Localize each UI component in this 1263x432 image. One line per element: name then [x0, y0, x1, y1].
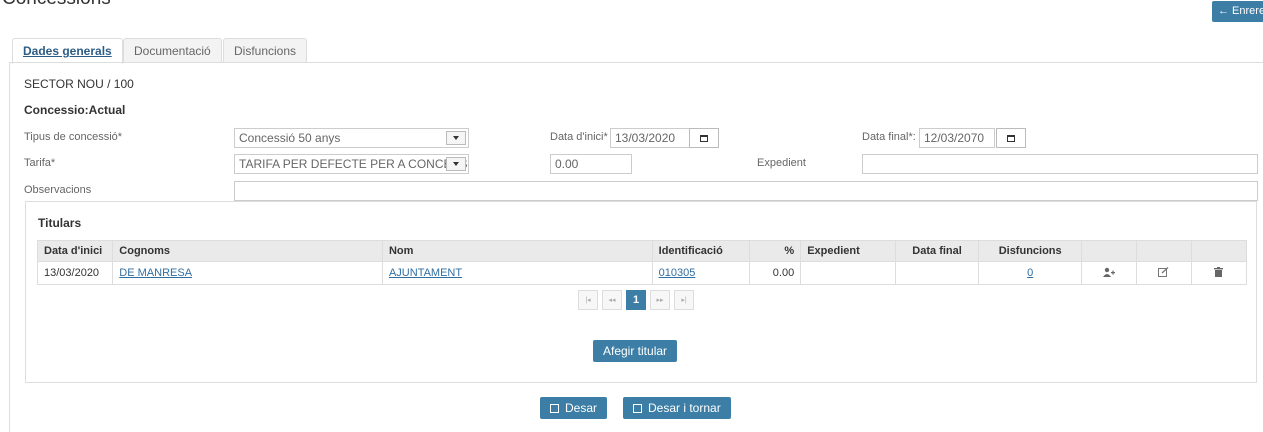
data-inici-calendar-button[interactable] — [689, 128, 719, 148]
titulars-title: Titulars — [38, 216, 82, 230]
table-row: 13/03/2020 DE MANRESA AJUNTAMENT 010305 … — [36, 261, 1248, 285]
titulars-table: Data d'inici Cognoms Nom Identificació %… — [36, 240, 1248, 285]
add-user-icon[interactable] — [1103, 267, 1116, 280]
dropdown-arrow-icon — [446, 157, 466, 171]
add-titular-button[interactable]: Afegir titular — [593, 340, 678, 362]
page-title: Concessions — [2, 0, 111, 10]
dropdown-arrow-icon — [446, 131, 466, 145]
cell-data-inici: 13/03/2020 — [36, 261, 114, 285]
import-input[interactable]: 0.00 — [550, 154, 632, 174]
col-action-edit — [1136, 240, 1192, 262]
calendar-icon — [700, 134, 708, 142]
cell-data-final — [894, 261, 980, 285]
col-action-delete — [1190, 240, 1248, 262]
concessio-heading: Concessio:Actual — [24, 103, 126, 117]
col-expedient[interactable]: Expedient — [800, 240, 896, 262]
sector-label: SECTOR NOU / 100 — [24, 77, 134, 91]
expedient-input[interactable] — [862, 154, 1258, 174]
expedient-label: Expedient — [757, 157, 806, 169]
save-icon — [550, 404, 559, 413]
data-final-calendar-button[interactable] — [996, 128, 1026, 148]
back-button[interactable]: ← Enrere — [1212, 1, 1263, 22]
table-header-row: Data d'inici Cognoms Nom Identificació %… — [36, 240, 1248, 262]
pager-prev-button[interactable]: ◂◂ — [602, 290, 622, 310]
cognoms-link[interactable]: DE MANRESA — [119, 267, 192, 279]
save-icon — [633, 404, 642, 413]
tarifa-label: Tarifa* — [24, 157, 56, 169]
pager-current-page[interactable]: 1 — [626, 290, 646, 310]
col-data-final[interactable]: Data final — [894, 240, 980, 262]
tab-dades-generals[interactable]: Dades generals — [12, 38, 123, 64]
pager-last-button[interactable]: ▸| — [674, 290, 694, 310]
save-and-return-button[interactable]: Desar i tornar — [623, 397, 731, 419]
panel-border — [9, 63, 10, 432]
pager-first-button[interactable]: |◂ — [578, 290, 598, 310]
pager-next-button[interactable]: ▸▸ — [650, 290, 670, 310]
col-cognoms[interactable]: Cognoms — [112, 240, 383, 262]
data-final-label: Data final*: — [862, 131, 916, 143]
edit-icon[interactable] — [1158, 266, 1169, 280]
nom-link[interactable]: AJUNTAMENT — [389, 267, 462, 279]
data-inici-label: Data d'inici* — [550, 131, 608, 143]
save-return-label: Desar i tornar — [648, 401, 721, 415]
tipus-concessio-label: Tipus de concessió* — [24, 131, 123, 143]
col-identificacio[interactable]: Identificació — [651, 240, 751, 262]
tipus-concessio-select[interactable]: Concessió 50 anys — [234, 128, 469, 148]
data-inici-input[interactable]: 13/03/2020 — [610, 128, 690, 148]
col-action-add — [1081, 240, 1138, 262]
observacions-label: Observacions — [24, 184, 92, 196]
col-nom[interactable]: Nom — [381, 240, 653, 262]
col-data-inici[interactable]: Data d'inici — [36, 240, 114, 262]
cell-percent: 0.00 — [749, 261, 802, 285]
save-button[interactable]: Desar — [540, 397, 608, 419]
col-disfuncions[interactable]: Disfuncions — [978, 240, 1083, 262]
identificacio-link[interactable]: 010305 — [659, 267, 696, 279]
tabs-divider — [9, 62, 1263, 63]
pagination: |◂ ◂◂ 1 ▸▸ ▸| — [578, 290, 694, 312]
data-final-input[interactable]: 12/03/2070 — [919, 128, 995, 148]
trash-icon[interactable] — [1214, 266, 1224, 280]
tarifa-select[interactable]: TARIFA PER DEFECTE PER A CONCESSIÓ — [234, 154, 469, 174]
tarifa-value: TARIFA PER DEFECTE PER A CONCESSIÓ — [239, 157, 469, 171]
tab-disfuncions[interactable]: Disfuncions — [223, 38, 308, 63]
tab-documentacio[interactable]: Documentació — [123, 38, 222, 63]
save-label: Desar — [565, 401, 598, 415]
calendar-icon — [1007, 134, 1015, 142]
disfuncions-link[interactable]: 0 — [1027, 267, 1033, 279]
tipus-concessio-value: Concessió 50 anys — [239, 131, 341, 145]
col-percent[interactable]: % — [749, 240, 802, 262]
observacions-input[interactable] — [234, 181, 1258, 201]
cell-expedient — [800, 261, 896, 285]
